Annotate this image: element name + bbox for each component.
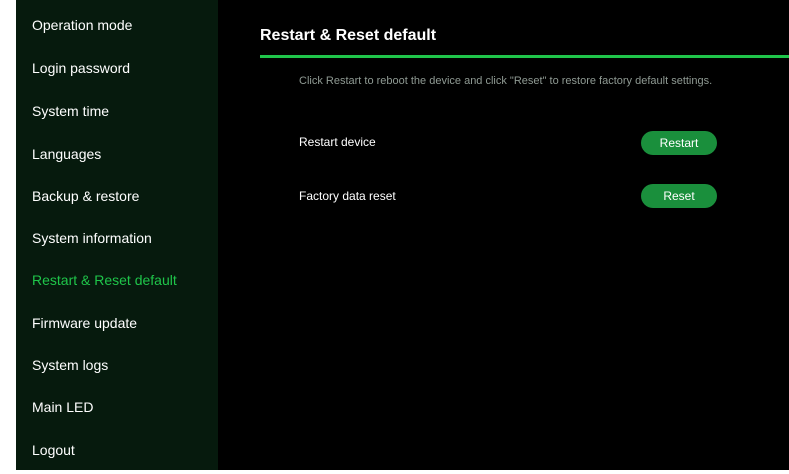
sidebar-item-system-time[interactable]: System time <box>32 103 109 119</box>
page-title: Restart & Reset default <box>260 27 437 44</box>
sidebar-item-operation-mode[interactable]: Operation mode <box>32 17 132 33</box>
sidebar-item-main-led[interactable]: Main LED <box>32 399 93 415</box>
sidebar-item-restart-reset-default[interactable]: Restart & Reset default <box>32 272 177 288</box>
sidebar-item-system-logs[interactable]: System logs <box>32 357 108 373</box>
restart-button[interactable]: Restart <box>641 131 717 155</box>
sidebar-item-login-password[interactable]: Login password <box>32 60 130 76</box>
restart-device-label: Restart device <box>299 135 376 149</box>
factory-reset-label: Factory data reset <box>299 189 396 203</box>
reset-button[interactable]: Reset <box>641 184 717 208</box>
sidebar-item-backup-restore[interactable]: Backup & restore <box>32 188 139 204</box>
sidebar: Operation mode Login password System tim… <box>16 0 218 470</box>
main-panel: Restart & Reset default Click Restart to… <box>218 0 789 470</box>
sidebar-item-logout[interactable]: Logout <box>32 442 75 458</box>
page-description: Click Restart to reboot the device and c… <box>299 75 713 87</box>
sidebar-item-firmware-update[interactable]: Firmware update <box>32 315 137 331</box>
sidebar-item-system-information[interactable]: System information <box>32 230 152 246</box>
app-window: Operation mode Login password System tim… <box>0 0 789 474</box>
title-underline <box>260 55 789 58</box>
sidebar-item-languages[interactable]: Languages <box>32 146 101 162</box>
